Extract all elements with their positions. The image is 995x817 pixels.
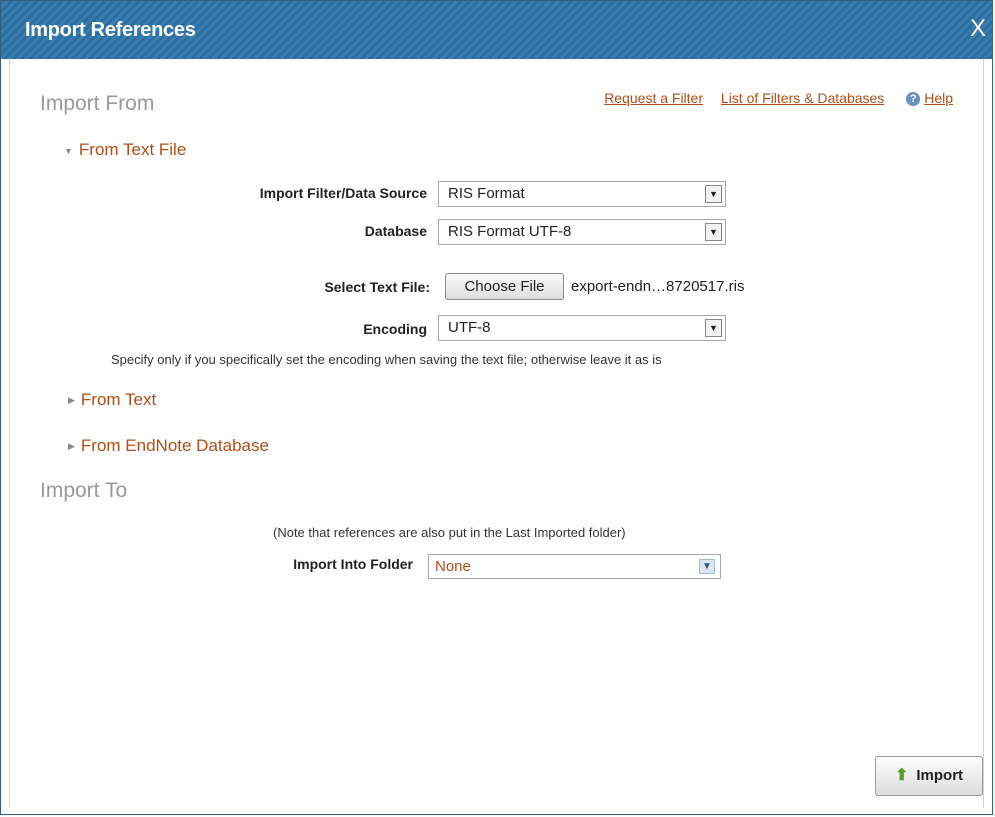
caret-right-icon: ▶ (68, 395, 75, 406)
encoding-label: Encoding (363, 321, 427, 337)
database-label: Database (364, 223, 427, 239)
import-filter-label: Import Filter/Data Source (259, 185, 427, 201)
folder-value: None (435, 558, 471, 575)
help-link-label: Help (924, 90, 953, 106)
header-links: Request a Filter List of Filters & Datab… (590, 90, 953, 107)
import-filter-value: RIS Format (448, 185, 525, 202)
dropdown-arrow-icon: ▼ (705, 319, 722, 337)
close-icon[interactable]: X (970, 15, 986, 43)
import-button[interactable]: ⬆ Import (875, 756, 983, 796)
dropdown-arrow-icon: ▼ (705, 185, 722, 203)
database-value: RIS Format UTF-8 (448, 223, 572, 240)
up-arrow-icon: ⬆ (894, 767, 909, 784)
import-filter-select[interactable]: RIS Format ▼ (438, 181, 726, 207)
import-into-folder-select[interactable]: None ▼ (428, 554, 721, 579)
encoding-select[interactable]: UTF-8 ▼ (438, 315, 726, 341)
import-to-heading: Import To (40, 479, 128, 502)
dropdown-arrow-icon: ▼ (705, 223, 722, 241)
caret-down-icon: ▼ (64, 145, 73, 156)
from-endnote-toggle[interactable]: ▶ From EndNote Database (68, 436, 269, 456)
from-endnote-label: From EndNote Database (80, 436, 269, 455)
dialog-title: Import References (25, 19, 196, 41)
list-filters-link[interactable]: List of Filters & Databases (721, 90, 884, 106)
from-text-file-toggle[interactable]: ▼ From Text File (64, 140, 186, 160)
from-text-toggle[interactable]: ▶ From Text (68, 390, 156, 410)
from-text-file-label: From Text File (78, 140, 187, 159)
selected-file-name: export-endn…8720517.ris (571, 278, 745, 295)
request-filter-link[interactable]: Request a Filter (604, 90, 703, 106)
choose-file-button[interactable]: Choose File (445, 273, 564, 300)
caret-right-icon: ▶ (68, 441, 75, 452)
dialog-title-bar: Import References X (1, 1, 992, 59)
help-icon: ? (906, 92, 921, 107)
import-into-folder-label: Import Into Folder (293, 556, 413, 572)
import-to-note: (Note that references are also put in th… (273, 525, 626, 540)
help-link[interactable]: ? Help (906, 90, 953, 107)
import-references-dialog: Import References X Import From Request … (0, 0, 993, 815)
chevron-down-icon: ▼ (699, 559, 715, 574)
from-text-label: From Text (80, 390, 157, 409)
import-from-heading: Import From (40, 92, 155, 115)
select-text-file-label: Select Text File: (324, 279, 430, 295)
encoding-note: Specify only if you specifically set the… (111, 352, 662, 367)
dialog-content: Import From Request a Filter List of Fil… (9, 59, 984, 808)
encoding-value: UTF-8 (448, 319, 491, 336)
database-select[interactable]: RIS Format UTF-8 ▼ (438, 219, 726, 245)
import-button-label: Import (916, 767, 964, 784)
